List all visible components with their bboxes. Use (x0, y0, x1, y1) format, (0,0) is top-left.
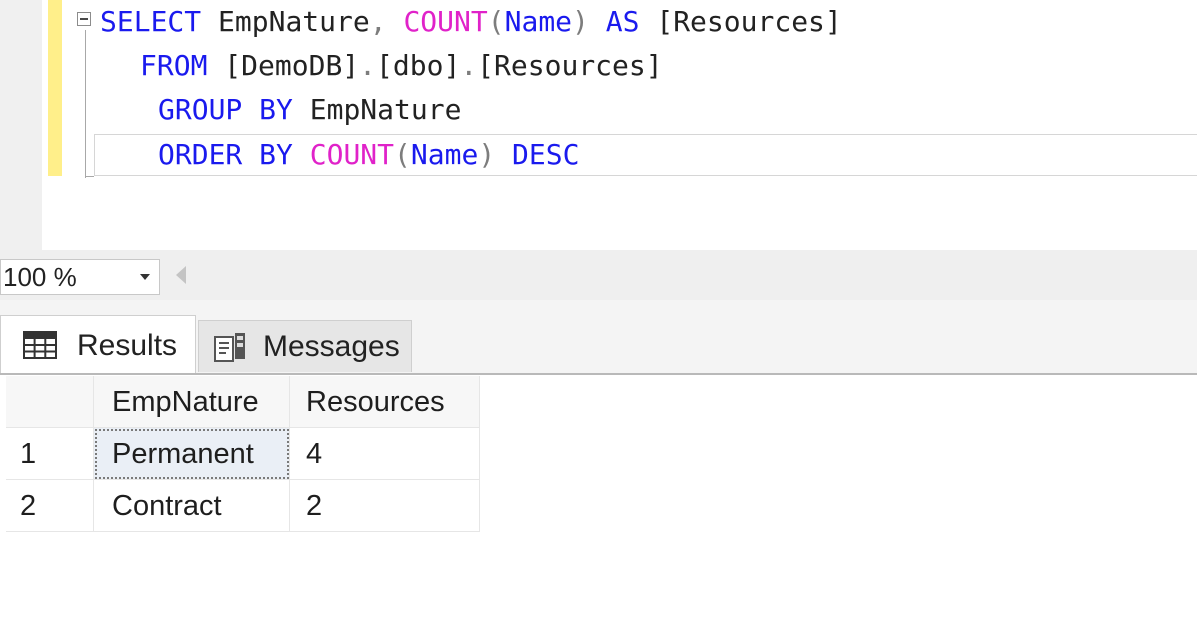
messages-icon (211, 328, 249, 366)
sql-keyword: ORDER (158, 138, 243, 171)
scroll-left-icon[interactable] (176, 266, 186, 284)
sql-keyword: SELECT (100, 5, 202, 38)
sql-punctuation: ( (487, 5, 505, 38)
change-tracking-bar (48, 0, 62, 176)
cell-resources[interactable]: 2 (290, 480, 480, 532)
sql-identifier (242, 138, 259, 171)
sql-identifier (293, 138, 310, 171)
zoom-value: 100 % (3, 262, 77, 292)
sql-function: COUNT (403, 5, 488, 38)
sql-keyword: Name (410, 138, 479, 171)
cell-empnature[interactable]: Contract (94, 480, 290, 532)
code-line-3[interactable]: GROUP BY EmpNature (158, 88, 461, 132)
sql-keyword: BY (259, 138, 293, 171)
sql-identifier: [Resources] (477, 49, 663, 82)
cell-resources[interactable]: 4 (290, 428, 480, 480)
sql-function: COUNT (309, 138, 395, 171)
column-header-empnature[interactable]: EmpNature (94, 376, 290, 428)
editor-gutter (0, 0, 42, 250)
query-editor[interactable]: SELECT EmpNature, COUNT(Name) AS [Resour… (0, 0, 1197, 250)
tab-results[interactable]: Results (0, 315, 196, 375)
sql-identifier: [Resources] (639, 5, 842, 38)
sql-punctuation: . (359, 49, 377, 82)
tab-messages[interactable]: Messages (198, 320, 412, 372)
code-line-2[interactable]: FROM [DemoDB].[dbo].[Resources] (140, 44, 663, 88)
sql-keyword: GROUP (158, 93, 243, 126)
sql-identifier (387, 5, 404, 38)
sql-identifier (495, 138, 512, 171)
tab-results-label: Results (77, 328, 178, 362)
sql-identifier: [DemoDB] (207, 49, 360, 82)
sql-keyword: FROM (140, 49, 208, 82)
sql-punctuation: , (369, 5, 387, 38)
sql-identifier (242, 93, 259, 126)
outline-guide-end (85, 176, 94, 177)
row-number[interactable]: 1 (6, 428, 94, 480)
tab-messages-label: Messages (263, 329, 400, 363)
column-header-resources[interactable]: Resources (290, 376, 480, 428)
code-line-4[interactable]: ORDER BY COUNT(Name) DESC (158, 133, 579, 177)
sql-identifier: EmpNature (201, 5, 370, 38)
sql-punctuation: ) (572, 5, 589, 38)
row-number[interactable]: 2 (6, 480, 94, 532)
sql-punctuation: ( (394, 138, 411, 171)
sql-keyword: BY (259, 93, 293, 126)
outline-guide (85, 30, 86, 178)
row-number-header[interactable] (6, 376, 94, 428)
sql-identifier (589, 5, 606, 38)
code-line-1[interactable]: SELECT EmpNature, COUNT(Name) AS [Resour… (100, 0, 842, 44)
sql-punctuation: ) (478, 138, 496, 171)
sql-keyword: Name (504, 5, 573, 38)
sql-keyword: AS (605, 5, 640, 38)
sql-punctuation: . (460, 49, 478, 82)
chevron-down-icon[interactable] (140, 274, 150, 280)
zoom-dropdown[interactable]: 100 % (0, 259, 160, 295)
sql-identifier: [dbo] (376, 49, 461, 82)
sql-identifier: EmpNature (292, 93, 462, 126)
collapse-icon[interactable] (77, 12, 91, 26)
sql-keyword: DESC (512, 138, 580, 171)
grid-icon (21, 327, 59, 365)
cell-empnature[interactable]: Permanent (94, 428, 290, 480)
results-panel-border (0, 373, 1197, 375)
